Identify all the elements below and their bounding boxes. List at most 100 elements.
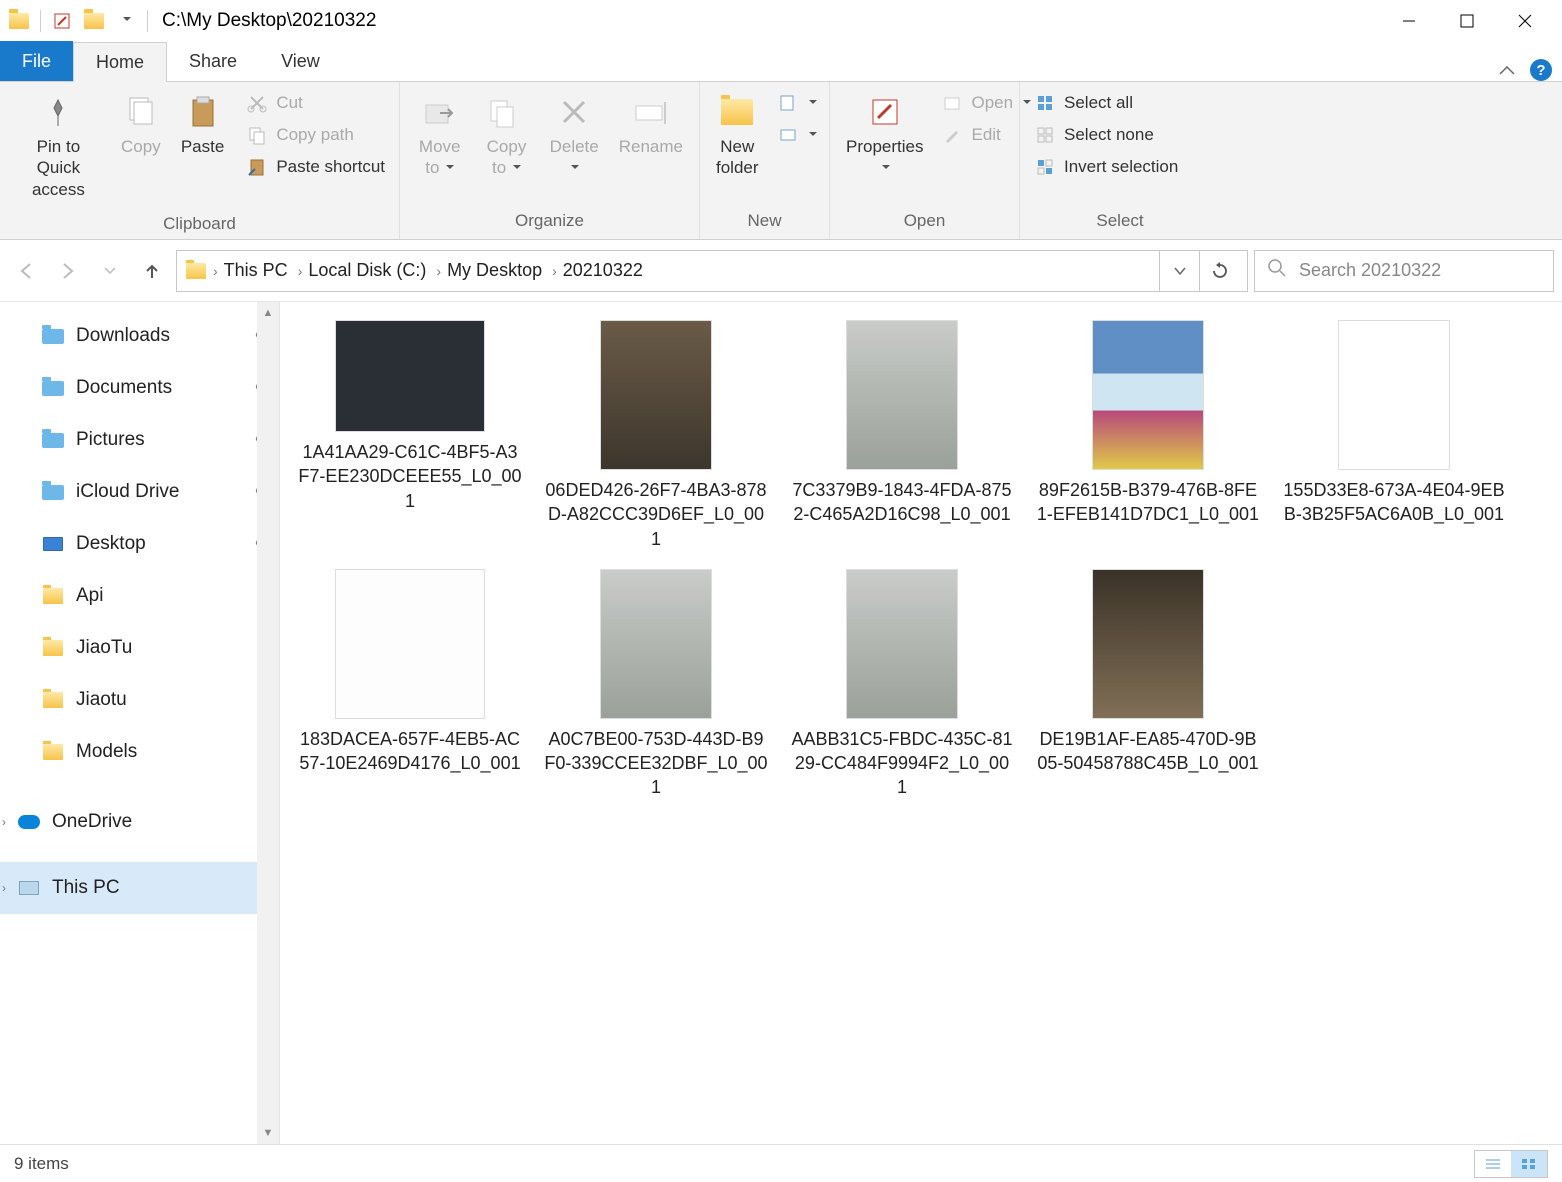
new-item-button[interactable] bbox=[771, 88, 823, 118]
expand-icon[interactable]: › bbox=[2, 881, 16, 895]
tab-view[interactable]: View bbox=[259, 41, 342, 81]
new-item-icon bbox=[777, 92, 799, 114]
sidebar-item-label: Jiaotu bbox=[76, 689, 127, 711]
sidebar-item[interactable]: iCloud Drive bbox=[0, 466, 279, 518]
forward-button[interactable] bbox=[50, 253, 86, 289]
breadcrumb-segment[interactable]: 20210322 bbox=[563, 260, 643, 281]
move-to-button[interactable]: Move to bbox=[408, 88, 471, 183]
navigation-pane: Downloads Documents Pictures iCloud DriveDe… bbox=[0, 302, 280, 1144]
expand-icon[interactable]: › bbox=[2, 815, 16, 829]
thumbnail bbox=[1338, 320, 1450, 470]
sidebar-item[interactable]: Api bbox=[0, 570, 279, 622]
rename-button[interactable]: Rename bbox=[611, 88, 691, 161]
folder-icon bbox=[42, 586, 64, 606]
address-dropdown-button[interactable] bbox=[1159, 251, 1199, 291]
paste-button[interactable]: Paste bbox=[173, 88, 232, 161]
ribbon-tabs: File Home Share View ? bbox=[0, 42, 1562, 82]
recent-locations-button[interactable] bbox=[92, 253, 128, 289]
sidebar-item-onedrive[interactable]: ›OneDrive bbox=[0, 796, 279, 848]
select-all-icon bbox=[1034, 92, 1056, 114]
tab-share[interactable]: Share bbox=[167, 41, 259, 81]
move-to-icon bbox=[420, 92, 460, 132]
pin-quick-access-button[interactable]: Pin to Quick access bbox=[8, 88, 109, 204]
sidebar-scrollbar[interactable]: ▲ ▼ bbox=[257, 302, 279, 1144]
refresh-button[interactable] bbox=[1199, 251, 1239, 291]
file-item[interactable]: DE19B1AF-EA85-470D-9B05-50458788C45B_L0_… bbox=[1030, 569, 1266, 800]
qat-new-folder-icon[interactable] bbox=[83, 10, 105, 32]
cut-button[interactable]: Cut bbox=[240, 88, 391, 118]
file-item[interactable]: 155D33E8-673A-4E04-9EBB-3B25F5AC6A0B_L0_… bbox=[1276, 320, 1512, 551]
thumbnail bbox=[1092, 569, 1204, 719]
file-item[interactable]: 7C3379B9-1843-4FDA-8752-C465A2D16C98_L0_… bbox=[784, 320, 1020, 551]
delete-icon bbox=[554, 92, 594, 132]
ribbon: Pin to Quick access Copy Paste Cut Copy … bbox=[0, 82, 1562, 240]
file-name: 06DED426-26F7-4BA3-878D-A82CCC39D6EF_L0_… bbox=[538, 478, 774, 551]
select-none-button[interactable]: Select none bbox=[1028, 120, 1184, 150]
breadcrumb-segment[interactable]: Local Disk (C:)› bbox=[308, 260, 441, 281]
back-button[interactable] bbox=[8, 253, 44, 289]
sidebar-item-label: Documents bbox=[76, 377, 172, 399]
sidebar-item-label: Models bbox=[76, 741, 137, 763]
breadcrumb-segment[interactable]: This PC› bbox=[224, 260, 303, 281]
help-button[interactable]: ? bbox=[1530, 59, 1552, 81]
copy-path-button[interactable]: Copy path bbox=[240, 120, 391, 150]
file-item[interactable]: AABB31C5-FBDC-435C-8129-CC484F9994F2_L0_… bbox=[784, 569, 1020, 800]
file-item[interactable]: 89F2615B-B379-476B-8FE1-EFEB141D7DC1_L0_… bbox=[1030, 320, 1266, 551]
qat-properties-icon[interactable] bbox=[51, 10, 73, 32]
sidebar-item-label: This PC bbox=[52, 877, 120, 899]
thumbnail bbox=[600, 569, 712, 719]
sidebar-item-this-pc[interactable]: › This PC bbox=[0, 862, 279, 914]
close-button[interactable] bbox=[1496, 1, 1554, 41]
search-icon bbox=[1267, 258, 1287, 283]
breadcrumb-segment[interactable]: My Desktop› bbox=[447, 260, 557, 281]
file-name: 89F2615B-B379-476B-8FE1-EFEB141D7DC1_L0_… bbox=[1030, 478, 1266, 527]
sidebar-item-label: Pictures bbox=[76, 429, 145, 451]
group-label-new: New bbox=[700, 207, 829, 239]
sidebar-item[interactable]: Documents bbox=[0, 362, 279, 414]
maximize-button[interactable] bbox=[1438, 1, 1496, 41]
window-title: C:\My Desktop\20210322 bbox=[162, 10, 376, 32]
scissors-icon bbox=[246, 92, 268, 114]
copy-to-button[interactable]: Copy to bbox=[475, 88, 537, 183]
properties-button[interactable]: Properties bbox=[838, 88, 931, 183]
copy-path-icon bbox=[246, 124, 268, 146]
pin-icon bbox=[38, 92, 78, 132]
sidebar-item[interactable]: JiaoTu bbox=[0, 622, 279, 674]
address-bar[interactable]: › This PC› Local Disk (C:)› My Desktop› … bbox=[176, 250, 1248, 292]
navigation-bar: › This PC› Local Disk (C:)› My Desktop› … bbox=[0, 240, 1562, 302]
qat-customize-dropdown[interactable] bbox=[115, 10, 137, 32]
sidebar-item[interactable]: Pictures bbox=[0, 414, 279, 466]
thumbnail bbox=[600, 320, 712, 470]
up-button[interactable] bbox=[134, 253, 170, 289]
select-all-button[interactable]: Select all bbox=[1028, 88, 1184, 118]
details-view-button[interactable] bbox=[1475, 1151, 1511, 1177]
sidebar-item[interactable]: Desktop bbox=[0, 518, 279, 570]
file-item[interactable]: 06DED426-26F7-4BA3-878D-A82CCC39D6EF_L0_… bbox=[538, 320, 774, 551]
file-item[interactable]: 1A41AA29-C61C-4BF5-A3F7-EE230DCEEE55_L0_… bbox=[292, 320, 528, 551]
sidebar-item[interactable]: Jiaotu bbox=[0, 674, 279, 726]
collapse-ribbon-button[interactable] bbox=[1496, 59, 1518, 81]
thumbnails-view-button[interactable] bbox=[1511, 1151, 1547, 1177]
thumbnail bbox=[335, 569, 485, 719]
scroll-up-icon[interactable]: ▲ bbox=[257, 302, 279, 324]
select-none-icon bbox=[1034, 124, 1056, 146]
tab-home[interactable]: Home bbox=[73, 42, 167, 82]
sidebar-item[interactable]: Downloads bbox=[0, 310, 279, 362]
tab-file[interactable]: File bbox=[0, 41, 73, 81]
copy-button[interactable]: Copy bbox=[113, 88, 169, 161]
thumbnail bbox=[1092, 320, 1204, 470]
easy-access-button[interactable] bbox=[771, 120, 823, 150]
thumbnail bbox=[335, 320, 485, 432]
scroll-down-icon[interactable]: ▼ bbox=[257, 1122, 279, 1144]
sidebar-item[interactable]: Models bbox=[0, 726, 279, 778]
folder-icon bbox=[42, 326, 64, 346]
file-name: 183DACEA-657F-4EB5-AC57-10E2469D4176_L0_… bbox=[292, 727, 528, 776]
file-item[interactable]: A0C7BE00-753D-443D-B9F0-339CCEE32DBF_L0_… bbox=[538, 569, 774, 800]
invert-selection-button[interactable]: Invert selection bbox=[1028, 152, 1184, 182]
minimize-button[interactable] bbox=[1380, 1, 1438, 41]
new-folder-button[interactable]: New folder bbox=[708, 88, 767, 183]
delete-button[interactable]: Delete bbox=[542, 88, 607, 183]
paste-shortcut-button[interactable]: Paste shortcut bbox=[240, 152, 391, 182]
search-input[interactable]: Search 20210322 bbox=[1254, 250, 1554, 292]
file-item[interactable]: 183DACEA-657F-4EB5-AC57-10E2469D4176_L0_… bbox=[292, 569, 528, 800]
